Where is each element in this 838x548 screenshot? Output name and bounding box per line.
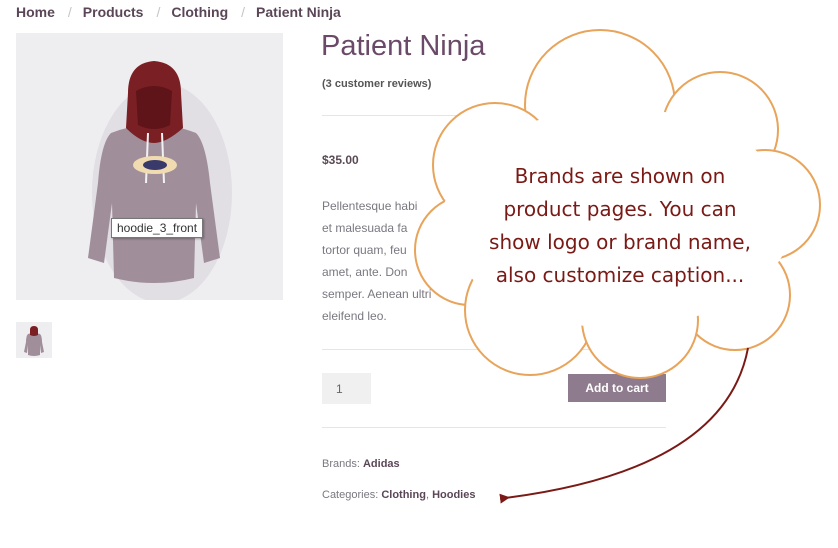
product-main-image[interactable]: hoodie_3_front xyxy=(16,33,283,300)
callout-line: Brands are shown on xyxy=(514,164,726,188)
divider xyxy=(322,349,666,350)
hoodie-thumbnail-image xyxy=(24,326,44,356)
product-brands: Brands: Adidas xyxy=(322,458,400,470)
callout-line: show logo or brand name, xyxy=(489,230,751,254)
category-separator: , xyxy=(425,489,429,501)
product-categories: Categories: Clothing, Hoodies xyxy=(322,489,475,501)
breadcrumb-separator: / xyxy=(67,4,72,20)
product-thumbnail[interactable] xyxy=(16,322,52,358)
image-tooltip: hoodie_3_front xyxy=(111,218,204,238)
callout-line: also customize caption... xyxy=(495,263,745,287)
product-title: Patient Ninja xyxy=(321,30,486,62)
breadcrumb-separator: / xyxy=(156,4,161,20)
callout-line: product pages. You can xyxy=(503,197,737,221)
breadcrumb-clothing[interactable]: Clothing xyxy=(171,4,228,20)
description-line: eleifend leo. xyxy=(322,309,387,323)
divider xyxy=(322,115,666,116)
categories-label: Categories: xyxy=(322,489,379,501)
quantity-input[interactable] xyxy=(322,373,371,404)
brands-label: Brands: xyxy=(322,458,360,470)
divider xyxy=(322,427,666,428)
category-link-hoodies[interactable]: Hoodies xyxy=(432,489,475,501)
add-to-cart-button[interactable]: Add to cart xyxy=(568,374,666,402)
breadcrumb-separator: / xyxy=(241,4,246,20)
breadcrumb-products[interactable]: Products xyxy=(83,4,144,20)
product-price: $35.00 xyxy=(322,153,359,167)
brand-link[interactable]: Adidas xyxy=(363,458,400,470)
breadcrumb: Home / Products / Clothing / Patient Ninja xyxy=(16,4,341,20)
review-count-link[interactable]: (3 customer reviews) xyxy=(322,78,431,90)
callout-text: Brands are shown on product pages. You c… xyxy=(460,160,780,292)
breadcrumb-home[interactable]: Home xyxy=(16,4,55,20)
breadcrumb-current: Patient Ninja xyxy=(256,4,341,20)
hoodie-front-image xyxy=(88,61,232,300)
category-link-clothing[interactable]: Clothing xyxy=(381,489,426,501)
